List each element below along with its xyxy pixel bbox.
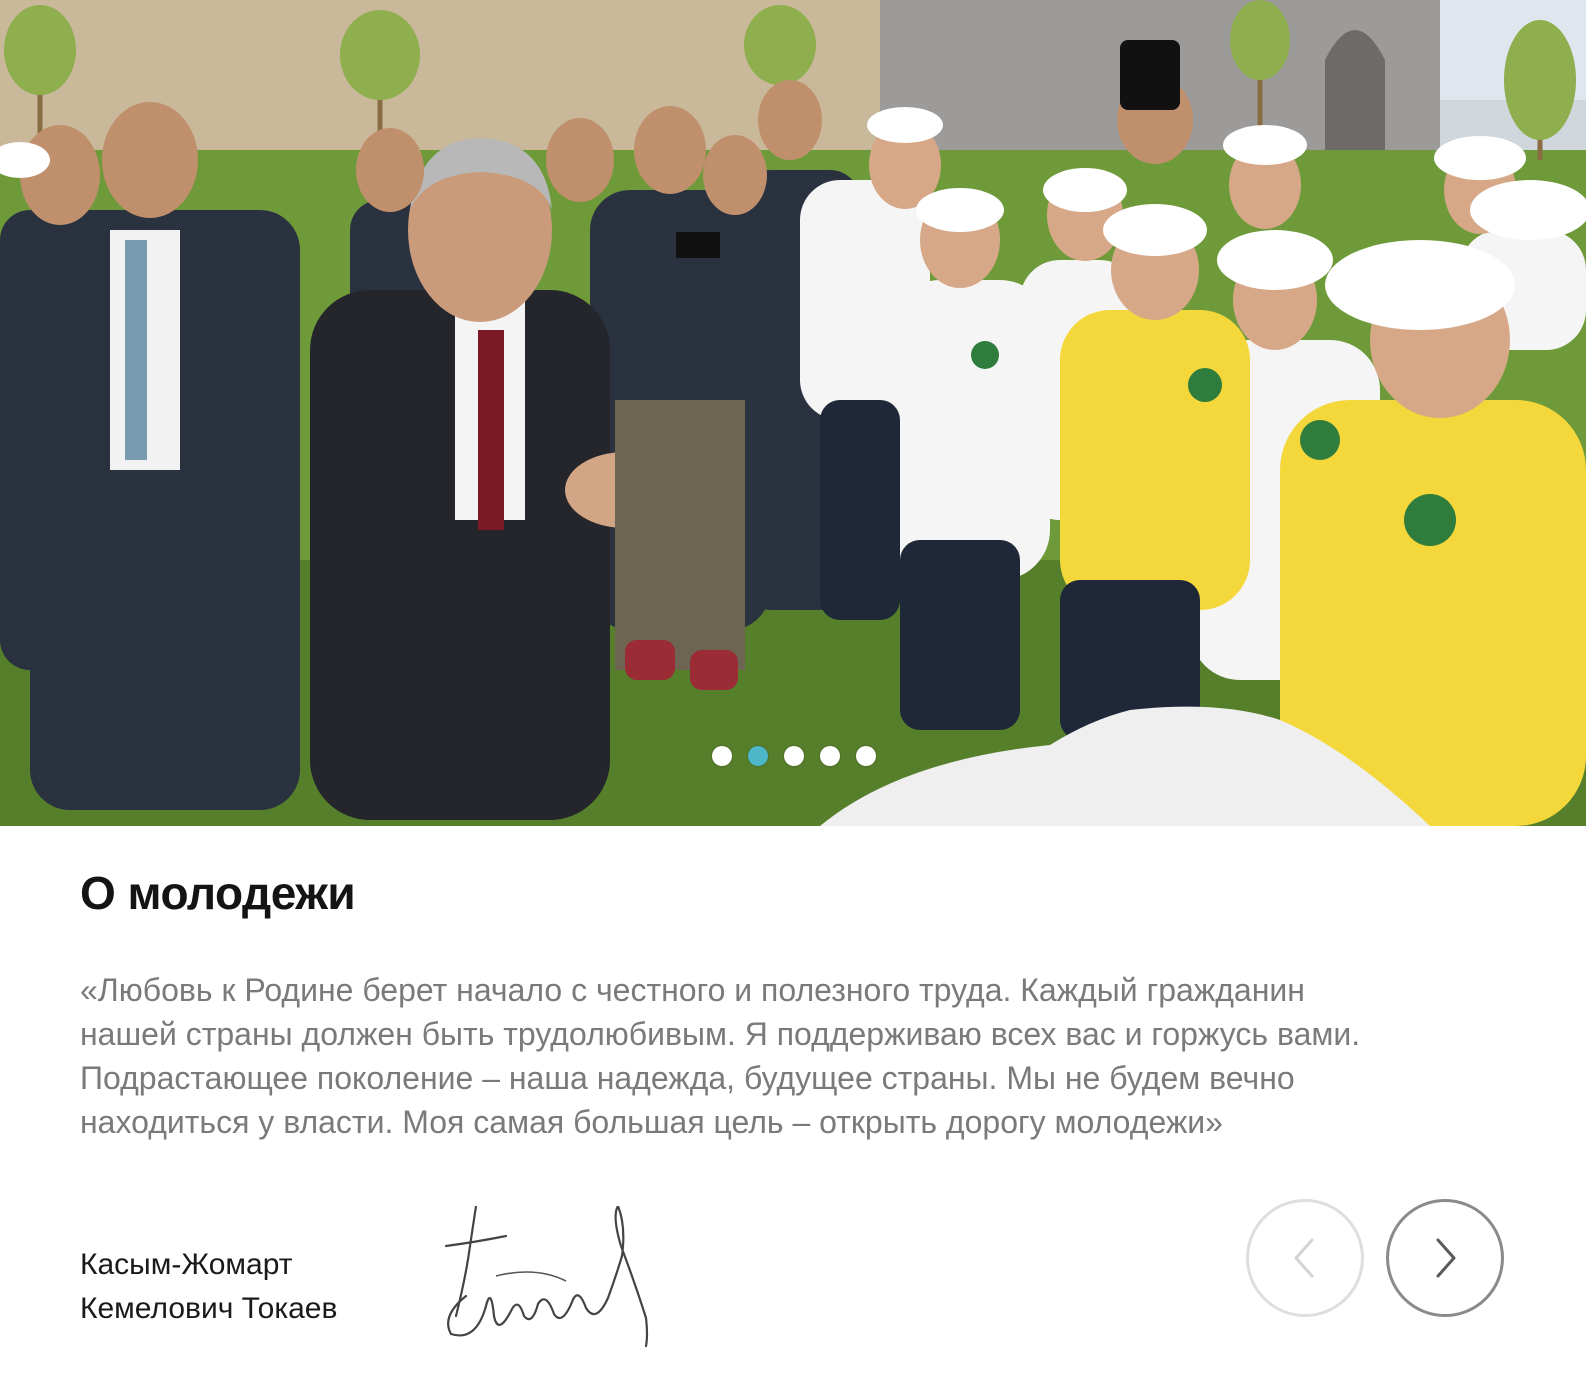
author-last-name: Кемелович Токаев bbox=[80, 1292, 338, 1325]
carousel-dot-2[interactable] bbox=[748, 746, 768, 766]
prev-slide-button[interactable] bbox=[1246, 1199, 1364, 1317]
hero-photo-carousel bbox=[0, 0, 1586, 826]
quote-text: «Любовь к Родине берет начало с честного… bbox=[80, 972, 1361, 1140]
carousel-dot-5[interactable] bbox=[856, 746, 876, 766]
hero-photo bbox=[0, 0, 1586, 826]
carousel-dot-1[interactable] bbox=[712, 746, 732, 766]
section-title: О молодежи bbox=[80, 867, 356, 919]
chevron-left-icon bbox=[1294, 1238, 1314, 1278]
author-first-name: Касым-Жомарт bbox=[80, 1248, 293, 1281]
next-slide-button[interactable] bbox=[1386, 1199, 1504, 1317]
carousel-dot-4[interactable] bbox=[820, 746, 840, 766]
signature-image bbox=[444, 1206, 649, 1348]
carousel-pagination bbox=[712, 746, 876, 766]
author-name: Касым-Жомарт Кемелович Токаев bbox=[80, 1243, 337, 1331]
carousel-dot-3[interactable] bbox=[784, 746, 804, 766]
chevron-right-icon bbox=[1436, 1238, 1456, 1278]
